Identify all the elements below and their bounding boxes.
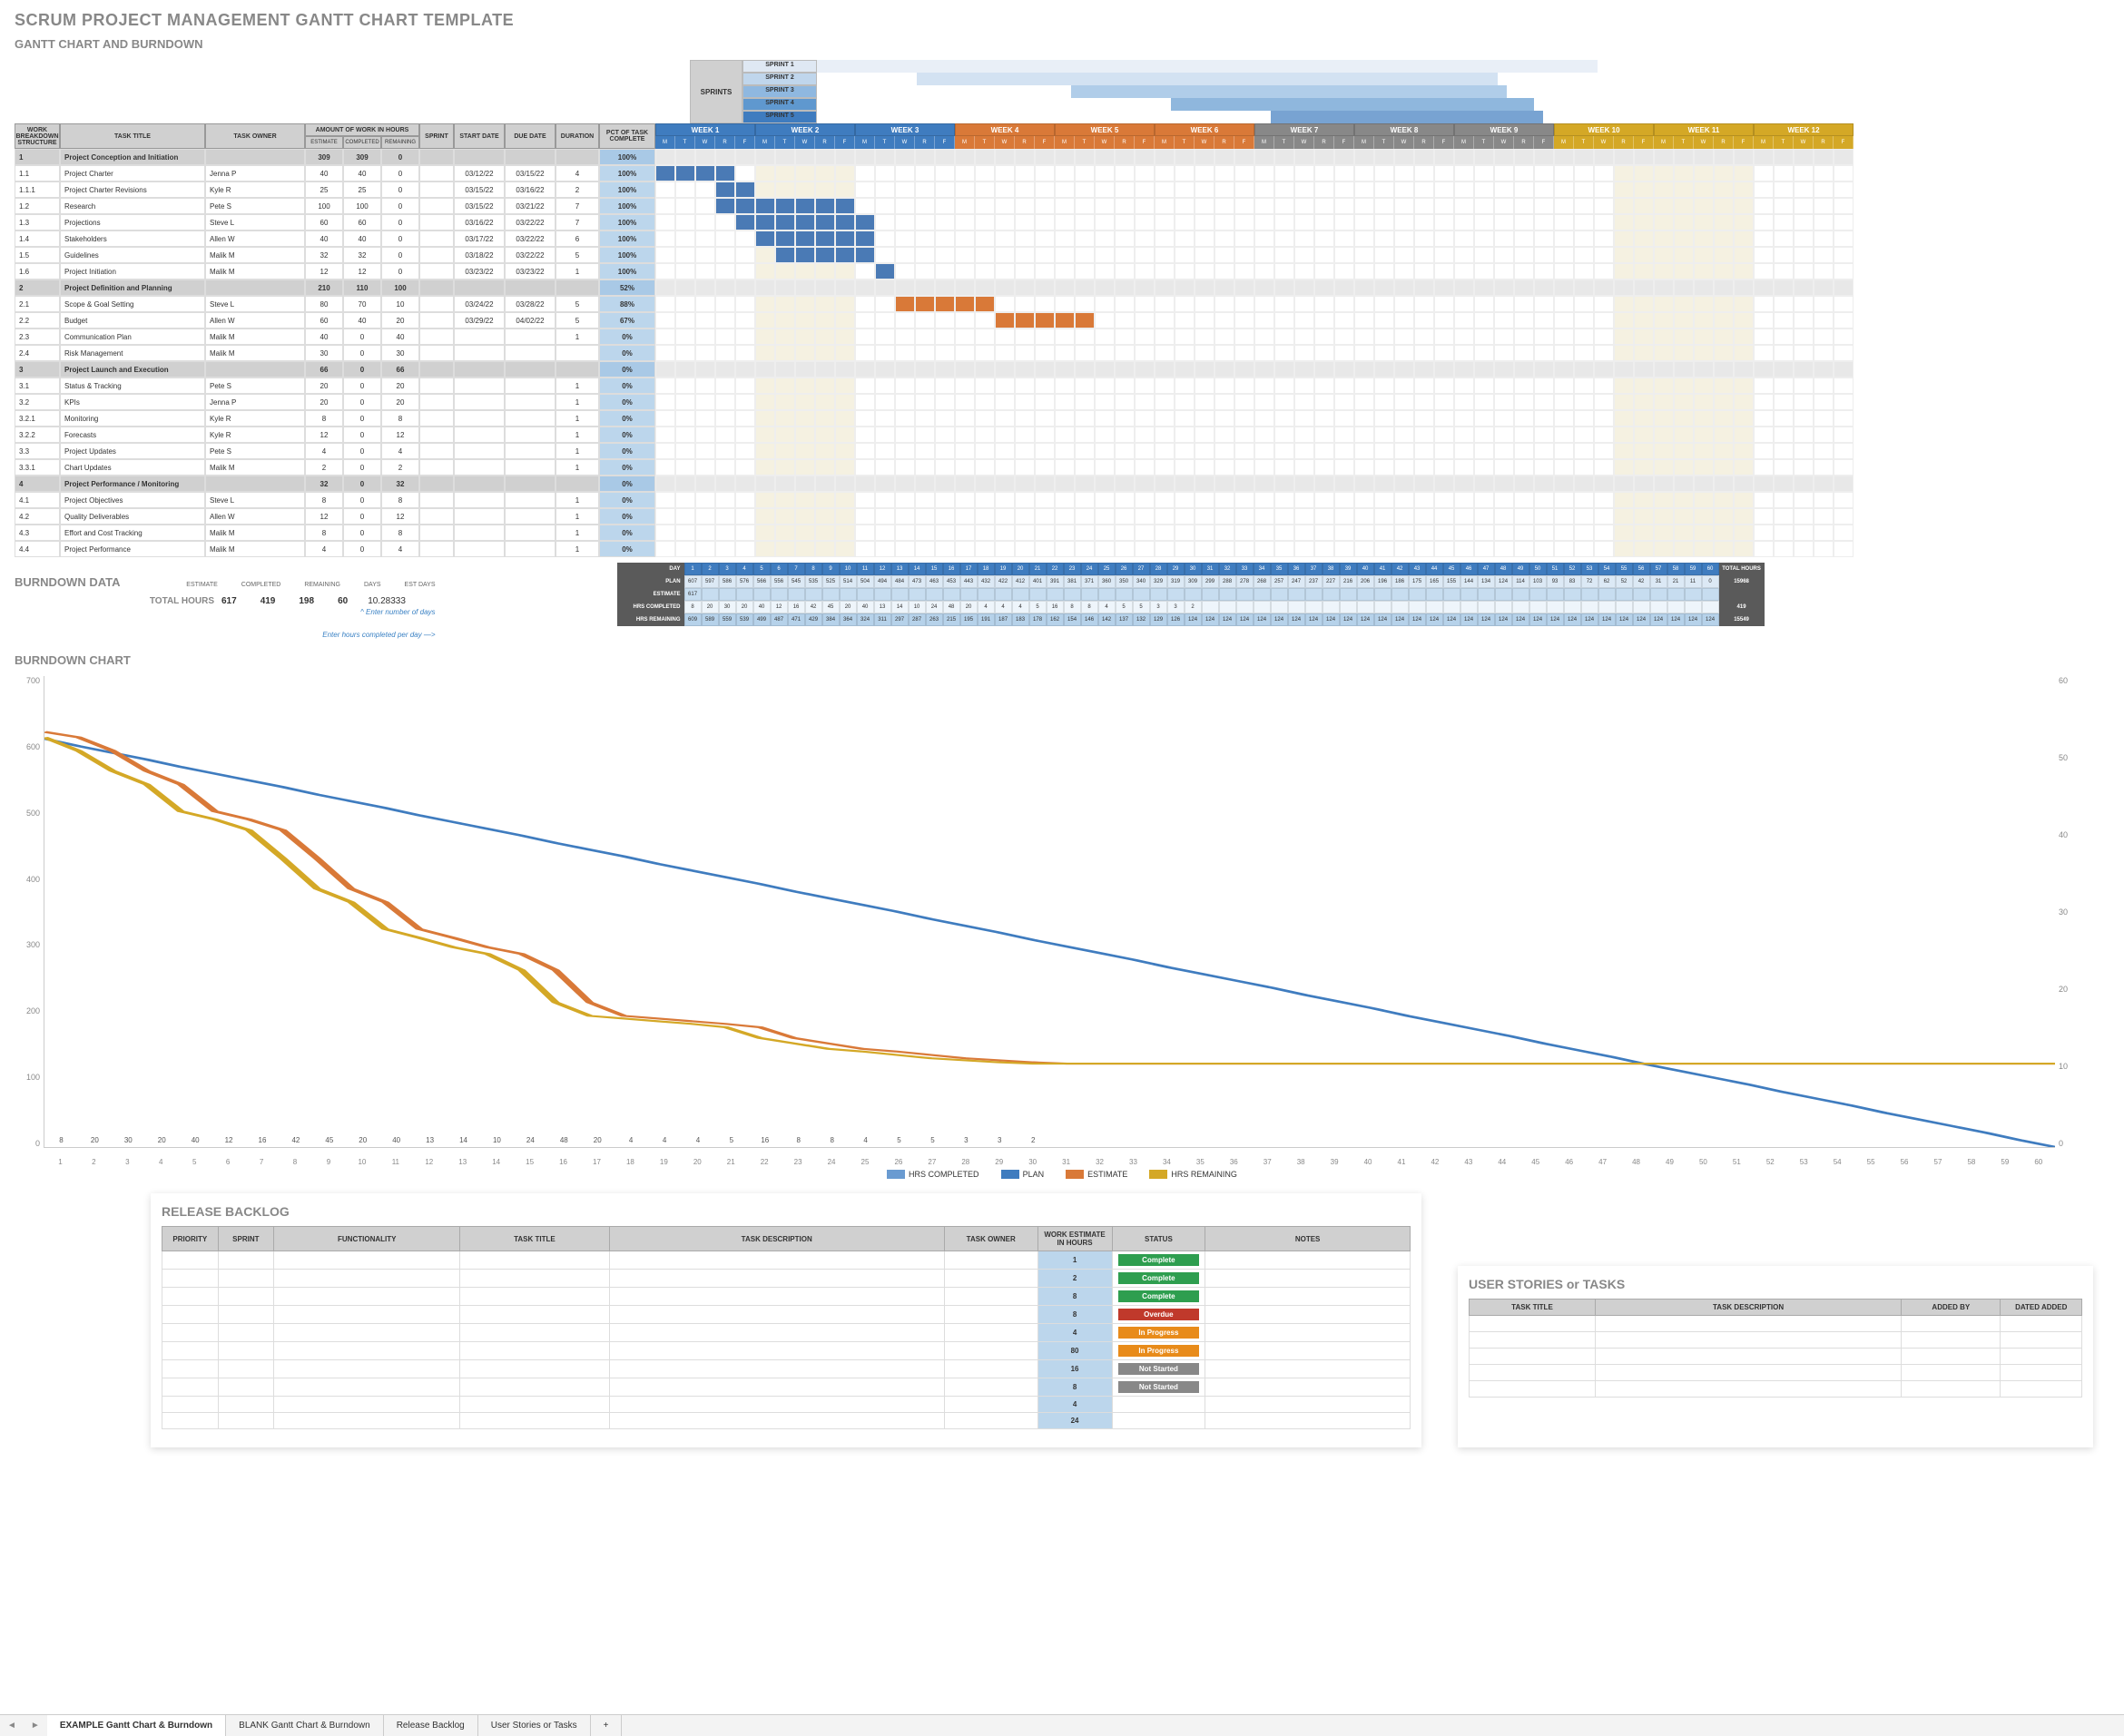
user-stories-panel: USER STORIES or TASKS TASK TITLETASK DES…	[1458, 1266, 2093, 1447]
task-row[interactable]: 1.1Project CharterJenna P 40400 03/12/22…	[15, 165, 2109, 181]
tab-nav-right[interactable]: ►	[24, 1715, 47, 1736]
hint-perday: Enter hours completed per day —>	[196, 631, 436, 639]
task-row[interactable]: 4.3Effort and Cost TrackingMalik M 808 1…	[15, 525, 2109, 541]
task-row[interactable]: 2.1Scope & Goal SettingSteve L 807010 03…	[15, 296, 2109, 312]
section-gantt-title: GANTT CHART AND BURNDOWN	[15, 37, 2109, 51]
task-row[interactable]: 2.2BudgetAllen W 604020 03/29/2204/02/22…	[15, 312, 2109, 329]
tab-nav-left[interactable]: ◄	[0, 1715, 24, 1736]
page-title: SCRUM PROJECT MANAGEMENT GANTT CHART TEM…	[15, 11, 2109, 30]
task-row[interactable]: 1.2ResearchPete S 1001000 03/15/2203/21/…	[15, 198, 2109, 214]
sheet-tab[interactable]: EXAMPLE Gantt Chart & Burndown	[47, 1715, 226, 1736]
hint-days: ^ Enter number of days	[269, 608, 436, 616]
task-row[interactable]: 2.3Communication PlanMalik M 40040 10%	[15, 329, 2109, 345]
burndown-data-title: BURNDOWN DATA	[15, 575, 121, 589]
gantt-chart: SPRINTSSPRINT 1SPRINT 2SPRINT 3SPRINT 4S…	[15, 60, 2109, 557]
task-row[interactable]: 1Project Conception and Initiation 30930…	[15, 149, 2109, 165]
task-row[interactable]: 4Project Performance / Monitoring 32032 …	[15, 476, 2109, 492]
burndown-chart-title: BURNDOWN CHART	[15, 653, 2109, 667]
sheet-tabs[interactable]: ◄ ► EXAMPLE Gantt Chart & BurndownBLANK …	[0, 1714, 2124, 1736]
task-row[interactable]: 1.4StakeholdersAllen W 40400 03/17/2203/…	[15, 230, 2109, 247]
task-row[interactable]: 3Project Launch and Execution 66066 0%	[15, 361, 2109, 378]
task-row[interactable]: 3.2KPIsJenna P 20020 10%	[15, 394, 2109, 410]
task-row[interactable]: 1.6Project InitiationMalik M 12120 03/23…	[15, 263, 2109, 280]
burndown-chart: 7006005004003002001000 6050403020100 820…	[15, 676, 2084, 1166]
add-sheet-button[interactable]: +	[591, 1715, 623, 1736]
stories-table[interactable]: TASK TITLETASK DESCRIPTIONADDED BYDATED …	[1469, 1299, 2082, 1398]
task-row[interactable]: 3.1Status & TrackingPete S 20020 10%	[15, 378, 2109, 394]
sheet-tab[interactable]: Release Backlog	[384, 1715, 478, 1736]
sheet-tab[interactable]: BLANK Gantt Chart & Burndown	[226, 1715, 384, 1736]
task-row[interactable]: 2.4Risk ManagementMalik M 30030 0%	[15, 345, 2109, 361]
task-row[interactable]: 1.5GuidelinesMalik M 32320 03/18/2203/22…	[15, 247, 2109, 263]
release-backlog-panel: RELEASE BACKLOG PRIORITYSPRINTFUNCTIONAL…	[151, 1193, 1421, 1447]
task-row[interactable]: 3.2.1MonitoringKyle R 808 10%	[15, 410, 2109, 427]
task-row[interactable]: 4.2Quality DeliverablesAllen W 12012 10%	[15, 508, 2109, 525]
backlog-table[interactable]: PRIORITYSPRINTFUNCTIONALITYTASK TITLETAS…	[162, 1226, 1411, 1429]
sheet-tab[interactable]: User Stories or Tasks	[478, 1715, 591, 1736]
task-row[interactable]: 2Project Definition and Planning 2101101…	[15, 280, 2109, 296]
task-row[interactable]: 1.3ProjectionsSteve L 60600 03/16/2203/2…	[15, 214, 2109, 230]
task-row[interactable]: 4.4Project PerformanceMalik M 404 10%	[15, 541, 2109, 557]
task-row[interactable]: 3.2.2ForecastsKyle R 12012 10%	[15, 427, 2109, 443]
task-row[interactable]: 1.1.1Project Charter RevisionsKyle R 252…	[15, 181, 2109, 198]
task-row[interactable]: 3.3.1Chart UpdatesMalik M 202 10%	[15, 459, 2109, 476]
task-row[interactable]: 3.3Project UpdatesPete S 404 10%	[15, 443, 2109, 459]
task-row[interactable]: 4.1Project ObjectivesSteve L 808 10%	[15, 492, 2109, 508]
burndown-data-table: DAY1234567891011121314151617181920212223…	[617, 563, 1765, 626]
